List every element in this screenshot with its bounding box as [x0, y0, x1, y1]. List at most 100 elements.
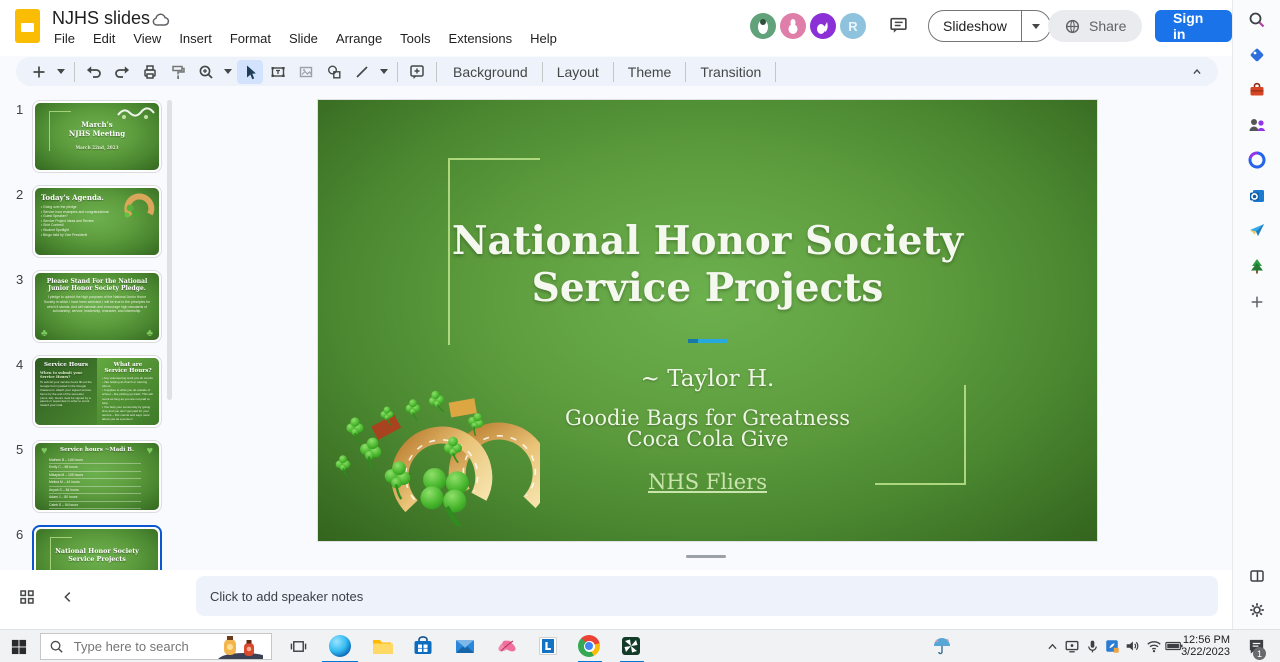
zoom-icon[interactable]	[193, 60, 219, 84]
chrome-icon[interactable]	[577, 634, 601, 658]
slide-thumbnail-4[interactable]: Service Hours When to submit your Servic…	[32, 355, 162, 428]
task-view-icon[interactable]	[286, 634, 310, 658]
clock-time: 12:56 PM	[1182, 634, 1230, 646]
line-dropdown-icon[interactable]	[377, 60, 391, 84]
paper-plane-icon[interactable]	[1247, 220, 1267, 240]
stpatricks-banner-decoration	[117, 107, 155, 119]
menu-item[interactable]: Edit	[85, 28, 123, 49]
heart-clover-decoration: ♥	[41, 445, 48, 457]
slide-number: 6	[16, 527, 24, 542]
paint-format-icon[interactable]	[165, 60, 191, 84]
toolbar-text-button[interactable]: Transition	[690, 61, 771, 83]
sidebar-panel-icon[interactable]	[1247, 566, 1267, 586]
people-icon[interactable]	[1247, 115, 1267, 135]
start-button-icon[interactable]	[6, 634, 30, 658]
toolbar-text-button[interactable]: Theme	[618, 61, 682, 83]
edge-browser-icon[interactable]	[328, 634, 352, 658]
menu-item[interactable]: Tools	[392, 28, 438, 49]
thumb5-title: Service hours ~Madi B.	[60, 447, 134, 453]
thumb4-right-bullets: Any volunteering work you do counts – li…	[102, 376, 154, 421]
outlook-icon[interactable]	[1247, 186, 1267, 206]
slide-thumbnail-1[interactable]: March's NJHS Meeting March 22nd, 2023	[32, 100, 162, 173]
pink-app-icon[interactable]	[495, 634, 519, 658]
slide-thumbnail-5[interactable]: ♥ ♥ Service hours ~Madi B. Mathew B – 14…	[32, 440, 162, 513]
menu-item[interactable]: Help	[522, 28, 565, 49]
taskbar-clock[interactable]: 12:56 PM 3/22/2023	[1181, 634, 1230, 658]
file-explorer-icon[interactable]	[370, 634, 394, 658]
sign-in-label: Sign in	[1173, 10, 1204, 42]
slide-thumbnail-6-selected[interactable]: National Honor Society Service Projects	[32, 525, 162, 570]
speaker-notes-placeholder: Click to add speaker notes	[210, 588, 364, 604]
horseshoe-clovers-decoration	[335, 388, 540, 526]
filmstrip-resize-handle[interactable]	[686, 555, 726, 558]
search-input[interactable]	[71, 638, 202, 655]
toolbar-text-button[interactable]: Background	[443, 61, 538, 83]
avatar-pink[interactable]	[780, 13, 806, 39]
avatar-r[interactable]: R	[840, 13, 866, 39]
share-button[interactable]: Share	[1048, 10, 1143, 42]
search-icon[interactable]	[1247, 10, 1267, 30]
document-title[interactable]: NJHS slides	[52, 8, 150, 29]
action-center-icon[interactable]: 1	[1244, 634, 1268, 660]
mail-icon[interactable]	[453, 634, 477, 658]
redo-icon[interactable]	[109, 60, 135, 84]
slides-logo-icon[interactable]	[14, 8, 41, 50]
slideshow-button[interactable]: Slideshow	[928, 10, 1051, 42]
edge-sidebar	[1232, 0, 1280, 629]
sign-in-button[interactable]: Sign in	[1155, 10, 1232, 42]
avatar-penguin[interactable]	[750, 13, 776, 39]
menu-item[interactable]: Arrange	[328, 28, 390, 49]
shamrock-decoration: ♣	[41, 328, 48, 339]
taskbar-search-box[interactable]	[40, 633, 272, 660]
copilot-icon[interactable]	[1247, 150, 1267, 170]
add-panel-plus-icon[interactable]	[1247, 292, 1267, 312]
slide-number: 4	[16, 357, 24, 372]
textbox-icon[interactable]	[265, 60, 291, 84]
slide-thumbnail-3[interactable]: Please Stand For the National Junior Hon…	[32, 270, 162, 343]
menu-item[interactable]: File	[46, 28, 83, 49]
windows-taskbar: Rain coming 12:56 PM 3/22/2023 1	[0, 629, 1280, 662]
insert-image-icon[interactable]	[293, 60, 319, 84]
toolbox-icon[interactable]	[1247, 80, 1267, 100]
filmstrip-scrollbar[interactable]	[167, 100, 172, 400]
slide-thumbnail-2[interactable]: Today's Agenda. Going over the pledgeSer…	[32, 185, 162, 258]
settings-gear-icon[interactable]	[1247, 600, 1267, 620]
share-label: Share	[1089, 18, 1127, 34]
add-comment-icon[interactable]	[404, 60, 430, 84]
screen: NJHS slides File Edit View Insert Format Slid…	[0, 0, 1280, 662]
slideshow-label: Slideshow	[943, 18, 1007, 34]
speaker-icon[interactable]	[1120, 634, 1144, 658]
thumb4-left-body: To submit your service hours fill out th…	[40, 380, 92, 408]
globe-icon	[1065, 19, 1080, 33]
menu-item[interactable]: Extensions	[441, 28, 521, 49]
speaker-notes-input[interactable]: Click to add speaker notes	[196, 576, 1218, 616]
collapse-filmstrip-chevron-icon[interactable]	[60, 589, 76, 610]
weather-umbrella-icon[interactable]	[930, 634, 954, 658]
insert-line-icon[interactable]	[349, 60, 375, 84]
slide-title[interactable]: National Honor Society Service Projects	[318, 218, 1097, 312]
menu-item[interactable]: View	[125, 28, 169, 49]
insert-shape-icon[interactable]	[321, 60, 347, 84]
hide-menus-chevron-icon[interactable]	[1184, 60, 1210, 84]
menu-item[interactable]: Format	[222, 28, 279, 49]
tree-icon[interactable]	[1247, 256, 1267, 276]
zoom-dropdown-icon[interactable]	[221, 60, 235, 84]
l-app-icon[interactable]	[536, 634, 560, 658]
undo-icon[interactable]	[81, 60, 107, 84]
toolbar-text-button[interactable]: Layout	[547, 61, 609, 83]
thumb3-title: Please Stand For the National Junior Hon…	[46, 278, 148, 293]
shopping-tag-icon[interactable]	[1247, 45, 1267, 65]
pinwheel-app-icon[interactable]	[619, 634, 643, 658]
new-slide-plus-icon[interactable]	[26, 60, 52, 84]
select-cursor-icon[interactable]	[237, 59, 263, 84]
avatar-purple[interactable]	[810, 13, 836, 39]
print-icon[interactable]	[137, 60, 163, 84]
slide-canvas[interactable]: National Honor Society Service Projects …	[318, 100, 1097, 541]
slideshow-dropdown[interactable]	[1020, 11, 1050, 41]
menu-item[interactable]: Insert	[171, 28, 220, 49]
grid-view-icon[interactable]	[18, 588, 36, 611]
menu-item[interactable]: Slide	[281, 28, 326, 49]
comments-icon[interactable]	[888, 15, 909, 41]
microsoft-store-icon[interactable]	[411, 634, 435, 658]
new-slide-dropdown-icon[interactable]	[54, 60, 68, 84]
